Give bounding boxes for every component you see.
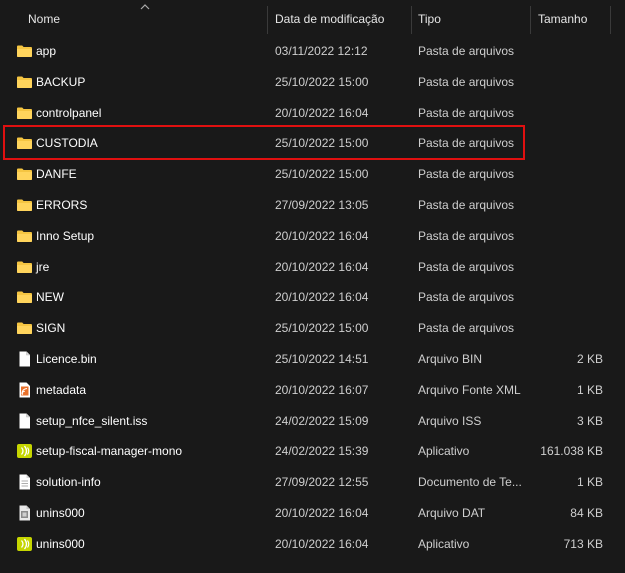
column-header-name[interactable]: Nome: [28, 0, 60, 36]
file-size: 84 KB: [570, 506, 603, 520]
file-type: Arquivo DAT: [418, 506, 486, 520]
folder-icon: [16, 105, 33, 121]
file-name: SIGN: [36, 321, 66, 336]
xml-file-icon: [16, 382, 33, 398]
application-icon: [16, 443, 33, 459]
file-date-modified: 25/10/2022 14:51: [275, 352, 369, 366]
file-name: setup_nfce_silent.iss: [36, 413, 148, 428]
file-type: Arquivo ISS: [418, 413, 482, 428]
file-row[interactable]: setup_nfce_silent.iss 24/02/2022 15:09 Arq…: [0, 406, 625, 437]
file-date-modified: 20/10/2022 16:07: [275, 382, 369, 397]
file-name: jre: [36, 259, 50, 274]
file-row[interactable]: app 03/11/2022 12:12 Pasta de arquivos: [0, 36, 625, 67]
file-date-modified: 27/09/2022 13:05: [275, 198, 369, 212]
file-size: 161.038 KB: [540, 444, 603, 459]
sort-ascending-icon: [140, 4, 150, 10]
text-file-icon: [16, 474, 33, 490]
file-date-modified: 25/10/2022 15:00: [275, 167, 369, 182]
file-date-modified: 20/10/2022 16:04: [275, 536, 369, 551]
file-name: app: [36, 44, 57, 58]
file-name: NEW: [36, 290, 64, 305]
folder-icon: [16, 74, 33, 90]
file-date-modified: 27/09/2022 12:55: [275, 475, 369, 490]
highlight-box: [3, 125, 525, 160]
file-icon: [16, 351, 33, 367]
column-header-bar: Nome Data de modificação Tipo Tamanho: [0, 0, 625, 36]
folder-icon: [16, 320, 33, 336]
file-date-modified: 20/10/2022 16:04: [275, 259, 369, 274]
file-row[interactable]: SIGN 25/10/2022 15:00 Pasta de arquivos: [0, 313, 625, 344]
file-row[interactable]: Licence.bin 25/10/2022 14:51 Arquivo BIN 2 …: [0, 344, 625, 375]
folder-icon: [16, 259, 33, 275]
file-type: Pasta de arquivos: [418, 74, 515, 89]
folder-icon: [16, 228, 33, 244]
file-type: Pasta de arquivos: [418, 105, 515, 120]
file-row[interactable]: unins000 20/10/2022 16:04 Aplicativo 713 KB: [0, 529, 625, 560]
file-date-modified: 20/10/2022 16:04: [275, 290, 369, 305]
file-date-modified: 20/10/2022 16:04: [275, 105, 369, 120]
file-type: Pasta de arquivos: [418, 321, 515, 336]
file-type: Aplicativo: [418, 536, 470, 551]
folder-icon: [16, 289, 33, 305]
file-row[interactable]: metadata 20/10/2022 16:07 Arquivo Fonte XM…: [0, 375, 625, 406]
file-row[interactable]: jre 20/10/2022 16:04 Pasta de arquivos: [0, 252, 625, 283]
file-name: metadata: [36, 382, 87, 397]
column-separator[interactable]: [610, 6, 611, 34]
file-name: unins000: [36, 536, 85, 551]
file-size: 2 KB: [576, 352, 603, 366]
file-size: 3 KB: [576, 413, 603, 428]
file-row[interactable]: solution-info 27/09/2022 12:55 Documento d…: [0, 467, 625, 498]
file-row[interactable]: BACKUP 25/10/2022 15:00 Pasta de arquivos: [0, 67, 625, 98]
column-separator[interactable]: [530, 6, 531, 34]
file-name: Licence.bin: [36, 352, 97, 366]
column-header-type[interactable]: Tipo: [418, 0, 441, 36]
file-size: 1 KB: [576, 475, 603, 490]
file-type: Documento de Te...: [418, 475, 522, 490]
file-icon: [16, 413, 33, 429]
file-size: 1 KB: [576, 382, 603, 397]
file-type: Pasta de arquivos: [418, 290, 515, 305]
file-size: 713 KB: [563, 536, 603, 551]
file-name: ERRORS: [36, 198, 88, 212]
file-row[interactable]: controlpanel 20/10/2022 16:04 Pasta de arq…: [0, 98, 625, 129]
file-row[interactable]: ERRORS 27/09/2022 13:05 Pasta de arquivos: [0, 190, 625, 221]
file-type: Pasta de arquivos: [418, 198, 515, 212]
file-row[interactable]: DANFE 25/10/2022 15:00 Pasta de arquivos: [0, 159, 625, 190]
file-type: Arquivo BIN: [418, 352, 483, 366]
file-name: BACKUP: [36, 74, 86, 89]
file-type: Pasta de arquivos: [418, 259, 515, 274]
folder-icon: [16, 197, 33, 213]
file-name: DANFE: [36, 167, 77, 182]
file-row[interactable]: unins000 20/10/2022 16:04 Arquivo DAT 84 KB: [0, 498, 625, 529]
column-separator[interactable]: [267, 6, 268, 34]
file-date-modified: 20/10/2022 16:04: [275, 228, 369, 243]
column-header-date[interactable]: Data de modificação: [275, 0, 384, 36]
file-type: Pasta de arquivos: [418, 228, 515, 243]
file-name: unins000: [36, 506, 85, 520]
file-type: Pasta de arquivos: [418, 167, 515, 182]
file-date-modified: 24/02/2022 15:39: [275, 444, 369, 459]
file-name: solution-info: [36, 475, 101, 490]
file-name: Inno Setup: [36, 228, 95, 243]
file-date-modified: 25/10/2022 15:00: [275, 74, 369, 89]
file-date-modified: 24/02/2022 15:09: [275, 413, 369, 428]
folder-icon: [16, 43, 33, 59]
file-row[interactable]: Inno Setup 20/10/2022 16:04 Pasta de arqui…: [0, 221, 625, 252]
file-row[interactable]: setup-fiscal-manager-mono 24/02/2022 15:3…: [0, 436, 625, 467]
file-name: controlpanel: [36, 105, 102, 120]
file-name: setup-fiscal-manager-mono: [36, 444, 183, 459]
file-type: Aplicativo: [418, 444, 470, 459]
file-type: Pasta de arquivos: [418, 44, 515, 58]
column-header-size[interactable]: Tamanho: [538, 0, 587, 36]
application-icon: [16, 536, 33, 552]
file-type: Arquivo Fonte XML: [418, 382, 521, 397]
dat-file-icon: [16, 505, 33, 521]
file-date-modified: 25/10/2022 15:00: [275, 321, 369, 336]
column-separator[interactable]: [411, 6, 412, 34]
file-date-modified: 03/11/2022 12:12: [275, 44, 368, 58]
file-row[interactable]: NEW 20/10/2022 16:04 Pasta de arquivos: [0, 282, 625, 313]
file-date-modified: 20/10/2022 16:04: [275, 506, 369, 520]
folder-icon: [16, 166, 33, 182]
